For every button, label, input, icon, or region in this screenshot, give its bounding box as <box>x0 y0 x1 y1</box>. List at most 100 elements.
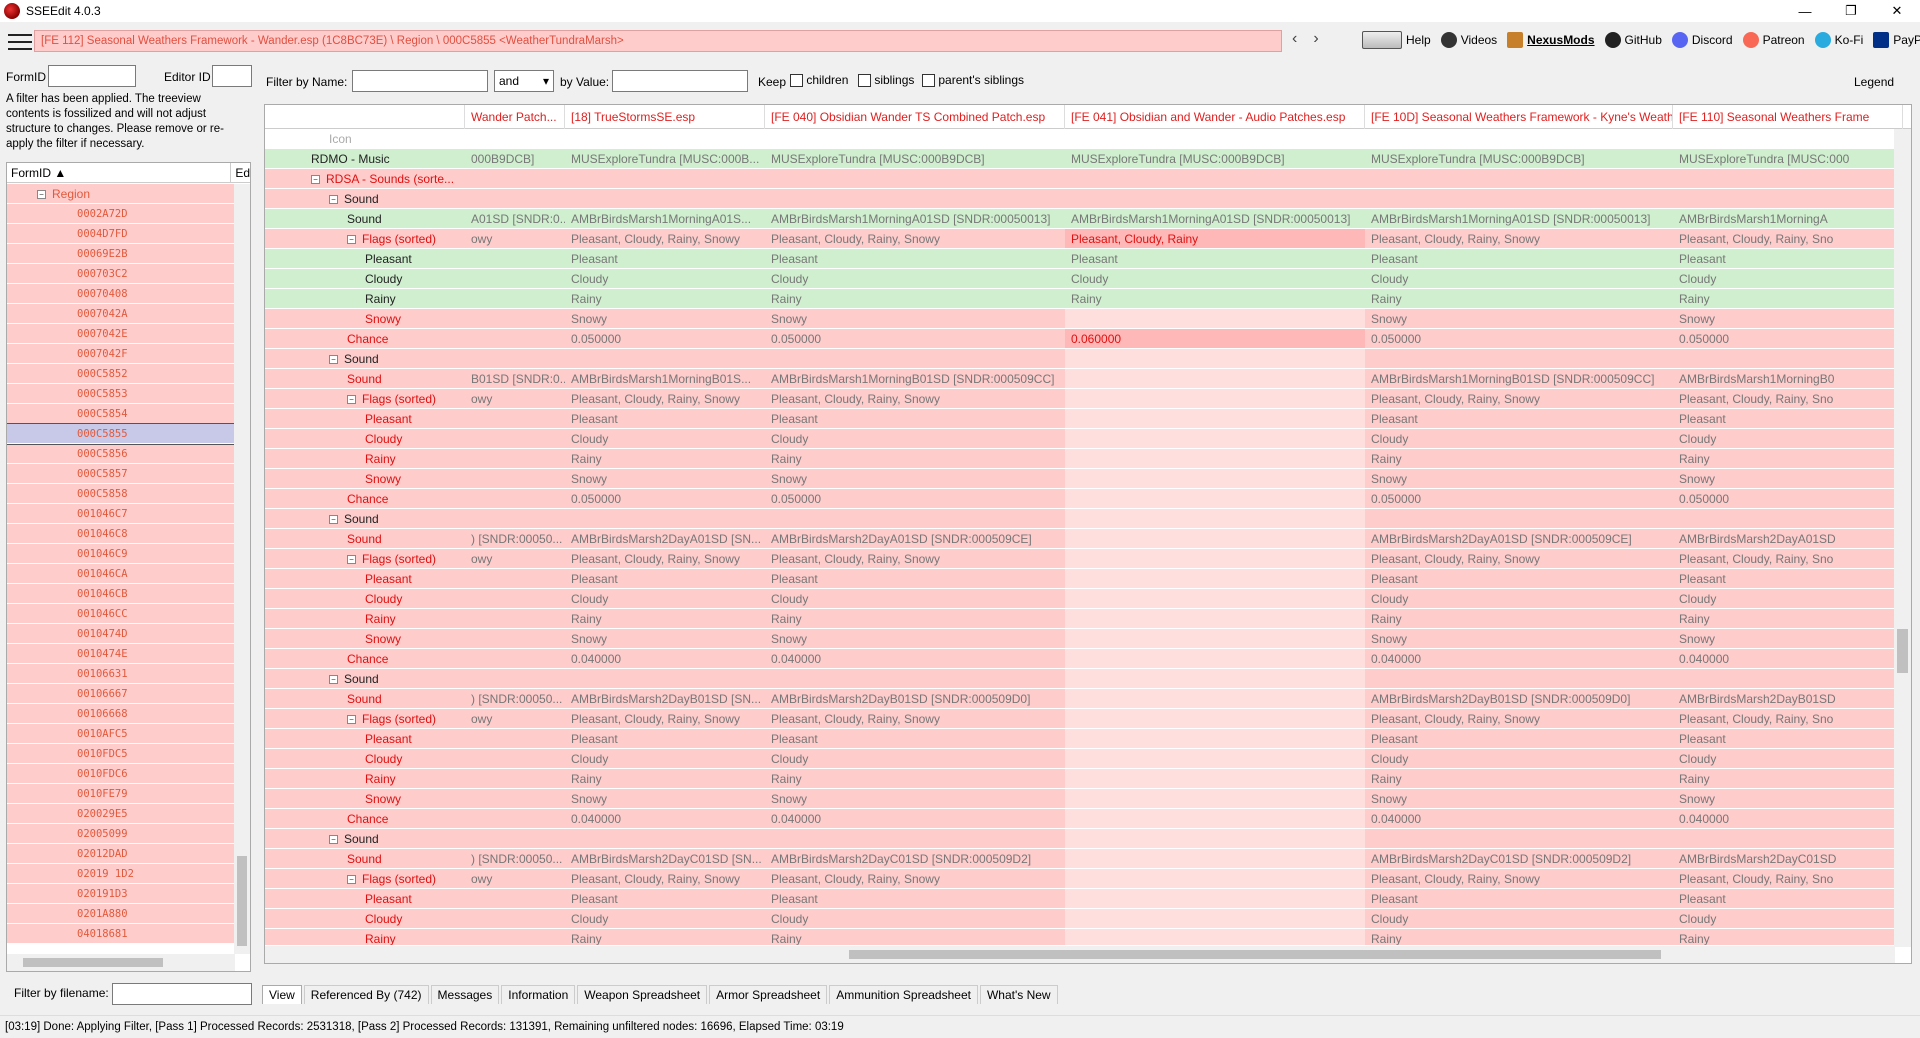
grid-cell[interactable]: AMBrBirdsMarsh2DayB01SD [SN... <box>565 689 765 709</box>
collapse-icon[interactable]: − <box>329 835 338 845</box>
grid-cell[interactable] <box>1365 509 1673 529</box>
table-row[interactable]: − Sound <box>265 349 1895 369</box>
grid-cell[interactable]: Pleasant <box>765 409 1065 429</box>
grid-cell[interactable]: Pleasant <box>1065 249 1365 269</box>
grid-cell[interactable]: Rainy <box>765 769 1065 789</box>
tree-node[interactable]: 0201A880 <box>7 904 235 924</box>
tree-node[interactable]: 000C5852 <box>7 364 235 384</box>
tree-node[interactable]: 00106631 <box>7 664 235 684</box>
table-row[interactable]: Rainy Rainy Rainy Rainy Rainy Rainy <box>265 289 1895 309</box>
grid-cell[interactable] <box>1065 309 1365 329</box>
grid-cell[interactable]: Rainy <box>1673 769 1895 789</box>
table-row[interactable]: Rainy Rainy Rainy Rainy Rainy <box>265 449 1895 469</box>
table-row[interactable]: Snowy Snowy Snowy Snowy Snowy <box>265 309 1895 329</box>
grid-cell[interactable]: AMBrBirdsMarsh2DayA01SD [SNDR:000509CE] <box>765 529 1065 549</box>
grid-cell[interactable] <box>465 609 565 629</box>
grid-cell[interactable]: Cloudy <box>1365 589 1673 609</box>
grid-cell[interactable]: AMBrBirdsMarsh1MorningB01SD [SNDR:000509… <box>765 369 1065 389</box>
grid-cell[interactable] <box>1065 489 1365 509</box>
grid-cell[interactable]: AMBrBirdsMarsh1MorningB01S... <box>565 369 765 389</box>
grid-cell[interactable]: Pleasant <box>1365 249 1673 269</box>
grid-cell[interactable] <box>465 569 565 589</box>
grid-cell[interactable]: 0.040000 <box>565 649 765 669</box>
maximize-button[interactable]: ❐ <box>1828 0 1874 22</box>
grid-cell[interactable]: Rainy <box>1365 609 1673 629</box>
grid-cell[interactable]: AMBrBirdsMarsh1MorningA01SD [SNDR:000500… <box>1065 209 1365 229</box>
grid-cell[interactable]: Pleasant, Cloudy, Rainy, Snowy <box>765 869 1065 889</box>
tree-node[interactable]: 02019 1D2 <box>7 864 235 884</box>
grid-cell[interactable]: Cloudy <box>1365 269 1673 289</box>
editorid-input[interactable] <box>212 65 252 87</box>
grid-cell[interactable] <box>1065 709 1365 729</box>
grid-cell[interactable] <box>1065 909 1365 929</box>
grid-cell[interactable]: Pleasant <box>565 729 765 749</box>
grid-cell[interactable]: Snowy <box>1365 629 1673 649</box>
grid-cell[interactable] <box>1065 789 1365 809</box>
grid-cell[interactable] <box>465 789 565 809</box>
grid-cell[interactable]: Rainy <box>565 609 765 629</box>
grid-cell[interactable] <box>465 809 565 829</box>
collapse-icon[interactable]: − <box>329 355 338 365</box>
grid-cell[interactable]: Pleasant <box>1673 249 1895 269</box>
grid-cell[interactable] <box>1065 169 1365 189</box>
tree-node[interactable]: 001046CA <box>7 564 235 584</box>
grid-cell[interactable]: Pleasant <box>765 889 1065 909</box>
grid-cell[interactable]: B01SD [SNDR:0... <box>465 369 565 389</box>
grid-cell[interactable]: Cloudy <box>1065 269 1365 289</box>
grid-cell[interactable]: Snowy <box>1673 789 1895 809</box>
grid-cell[interactable]: Pleasant <box>1673 409 1895 429</box>
grid-cell[interactable]: Snowy <box>565 309 765 329</box>
grid-cell[interactable]: AMBrBirdsMarsh2DayC01SD [SNDR:000509D2] <box>765 849 1065 869</box>
grid-cell[interactable]: A01SD [SNDR:0... <box>465 209 565 229</box>
grid-cell[interactable]: MUSExploreTundra [MUSC:000B9DCB] <box>765 149 1065 169</box>
grid-cell[interactable]: Pleasant <box>565 409 765 429</box>
grid-cell[interactable] <box>1065 729 1365 749</box>
tree-node[interactable]: 0007042F <box>7 344 235 364</box>
grid-cell[interactable]: Pleasant, Cloudy, Rainy, Snowy <box>1365 389 1673 409</box>
grid-cell[interactable]: AMBrBirdsMarsh1MorningA01SD [SNDR:000500… <box>765 209 1065 229</box>
table-row[interactable]: − RDSA - Sounds (sorte... <box>265 169 1895 189</box>
table-row[interactable]: − Flags (sorted) owy Pleasant, Cloudy, Rain… <box>265 869 1895 889</box>
grid-cell[interactable] <box>765 669 1065 689</box>
tree-node[interactable]: 02012DAD <box>7 844 235 864</box>
grid-cell[interactable]: AMBrBirdsMarsh2DayB01SD <box>1673 689 1895 709</box>
grid-cell[interactable] <box>1065 689 1365 709</box>
grid-cell[interactable]: Pleasant <box>565 889 765 909</box>
grid-cell[interactable]: Pleasant <box>765 569 1065 589</box>
grid-cell[interactable] <box>1065 869 1365 889</box>
tree-node[interactable]: 0010FDC6 <box>7 764 235 784</box>
grid-cell[interactable]: 0.050000 <box>565 489 765 509</box>
grid-cell[interactable]: Pleasant <box>565 249 765 269</box>
grid-cell[interactable]: 0.050000 <box>1365 329 1673 349</box>
grid-cell[interactable]: Cloudy <box>565 909 765 929</box>
grid-cell[interactable] <box>465 469 565 489</box>
grid-cell[interactable] <box>1065 369 1365 389</box>
table-row[interactable]: Snowy Snowy Snowy Snowy Snowy <box>265 789 1895 809</box>
grid-cell[interactable] <box>1065 189 1365 209</box>
table-row[interactable]: Pleasant Pleasant Pleasant Pleasant Pleasant <box>265 889 1895 909</box>
grid-cell[interactable] <box>1065 129 1365 149</box>
grid-cell[interactable]: Snowy <box>765 789 1065 809</box>
table-row[interactable]: Sound A01SD [SNDR:0... AMBrBirdsMarsh1Morn… <box>265 209 1895 229</box>
grid-cell[interactable]: Pleasant, Cloudy, Rainy, Snowy <box>765 229 1065 249</box>
grid-cell[interactable]: Pleasant <box>765 729 1065 749</box>
grid-cell[interactable]: owy <box>465 389 565 409</box>
grid-cell[interactable] <box>1673 349 1895 369</box>
grid-cell[interactable] <box>465 729 565 749</box>
table-row[interactable]: Cloudy Cloudy Cloudy Cloudy Cloudy <box>265 429 1895 449</box>
grid-column-header[interactable]: [FE 110] Seasonal Weathers Frame <box>1673 105 1903 129</box>
table-row[interactable]: Sound) [SNDR:00050... AMBrBirdsMarsh2DayB… <box>265 689 1895 709</box>
grid-cell[interactable]: ) [SNDR:00050... <box>465 529 565 549</box>
grid-column-header[interactable]: Wander Patch... <box>465 105 565 129</box>
grid-cell[interactable] <box>465 929 565 945</box>
table-row[interactable]: − Flags (sorted) owy Pleasant, Cloudy, Rain… <box>265 709 1895 729</box>
grid-cell[interactable]: 0.040000 <box>1673 809 1895 829</box>
grid-cell[interactable]: Rainy <box>765 449 1065 469</box>
grid-cell[interactable] <box>1065 889 1365 909</box>
grid-cell[interactable] <box>1365 669 1673 689</box>
grid-cell[interactable]: Cloudy <box>1673 589 1895 609</box>
grid-cell[interactable]: Rainy <box>565 769 765 789</box>
grid-cell[interactable]: Rainy <box>765 609 1065 629</box>
tree-node[interactable]: 000C5853 <box>7 384 235 404</box>
grid-cell[interactable]: Pleasant <box>1365 409 1673 429</box>
